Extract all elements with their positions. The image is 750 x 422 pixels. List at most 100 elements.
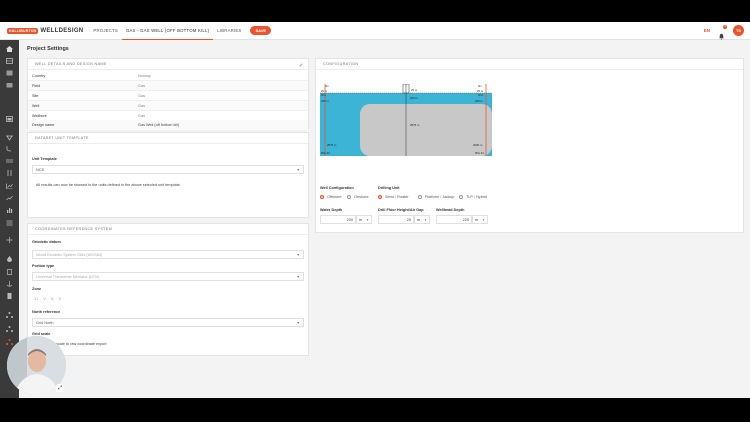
well-value[interactable]: Gas — [138, 104, 145, 108]
notifications-button[interactable]: 3 — [718, 25, 727, 40]
sidebar-home-icon[interactable] — [6, 46, 13, 52]
unit-template-value: NCS — [36, 167, 45, 172]
nav-current-design[interactable]: GAS - GAS WELL (OFF BOTTOM KILL) — [121, 22, 214, 40]
tlp-label: TLP / Hybrid — [466, 195, 488, 199]
td-left-label: 2575 m — [327, 143, 337, 147]
logo-badge: HALLIBURTON — [7, 27, 39, 34]
radio-unchecked-icon — [418, 195, 422, 199]
crs-header: COORDINATES REFERENCE SYSTEM — [28, 224, 308, 235]
country-label: Country — [32, 73, 46, 78]
row-design-name: Design name Gas Well (off bottom kill) — [28, 120, 308, 130]
country-value[interactable]: Norway — [138, 74, 151, 78]
main-nav: PROJECTS GAS - GAS WELL (OFF BOTTOM KILL… — [89, 22, 272, 40]
row-field: Field Gas — [28, 81, 308, 91]
unit-template-header: DATASET UNIT TEMPLATE — [28, 133, 308, 144]
unit-template-note: All results can now be showed in the uni… — [36, 183, 181, 187]
sidebar-team-icon[interactable] — [6, 339, 13, 345]
row-country: Country Norway — [28, 71, 308, 81]
sea-depth-label: 200 m — [410, 96, 418, 100]
sidebar-grid-icon[interactable] — [6, 70, 13, 76]
unit-template-select[interactable]: NCS ▼ — [32, 165, 304, 174]
chevron-down-icon: ▼ — [296, 320, 300, 325]
datum-select[interactable]: World Geodetic System 1984 (WGS84) ▼ — [32, 250, 304, 259]
wellhead-right-label: 225 m — [475, 99, 483, 103]
top-left-label: 0m — [325, 84, 330, 88]
wellbore-value[interactable]: Gas — [138, 114, 145, 118]
well-schematic: 0m 0m 25 m 25 m 25 m MSL MSL 200 m 225 m… — [320, 84, 492, 156]
sidebar-trajectory-icon[interactable] — [6, 146, 13, 152]
water-depth-input[interactable]: 200 — [320, 215, 356, 224]
msl-right-label: MSL — [478, 94, 484, 97]
water-depth-label: Water Depth — [320, 208, 343, 212]
sidebar-chart-icon[interactable] — [6, 183, 13, 189]
drilling-unit-label: Drilling Unit — [378, 186, 400, 190]
sidebar-bar-chart-icon[interactable] — [6, 207, 13, 213]
well-config-onshore[interactable]: Onshore — [347, 195, 369, 199]
field-label: Field — [32, 83, 41, 88]
sidebar-geology-icon[interactable] — [6, 158, 13, 164]
radio-unchecked-icon — [347, 195, 351, 199]
rkb-right-label: 25 m — [477, 89, 484, 93]
chevron-down-icon: ▼ — [296, 274, 300, 279]
sidebar-list-icon[interactable] — [6, 220, 13, 226]
save-button[interactable]: SAVE — [250, 26, 272, 35]
zone-number[interactable]: 31 — [34, 297, 38, 301]
sidebar-line-chart-icon[interactable] — [6, 195, 13, 201]
zone-label: Zone — [32, 287, 42, 291]
crs-panel: COORDINATES REFERENCE SYSTEM Geodetic da… — [27, 223, 309, 356]
zone-fields[interactable]: 31 V N S — [34, 297, 61, 301]
site-label: Site — [32, 93, 39, 98]
water-depth-unit-select[interactable]: m ▼ — [356, 215, 372, 224]
sidebar-report-icon[interactable] — [6, 293, 13, 299]
projection-select[interactable]: Universal Transverse Mercator (UTM) ▼ — [32, 272, 304, 281]
radio-unchecked-icon — [459, 195, 463, 199]
north-ref-value: Grid North — [36, 320, 54, 325]
user-avatar[interactable]: TS — [733, 25, 744, 36]
zone-letter[interactable]: V — [43, 297, 46, 301]
platform-label: Platform / Jackup — [425, 195, 455, 199]
sidebar-rig-icon[interactable] — [6, 135, 13, 141]
north-ref-select[interactable]: Grid North ▼ — [32, 318, 304, 327]
site-value[interactable]: Gas — [138, 94, 145, 98]
sidebar-anchor-icon[interactable] — [6, 281, 13, 287]
wellhead-depth-label: Wellhead Depth — [436, 208, 465, 212]
wellhead-depth-input[interactable]: 225 — [436, 215, 472, 224]
app-logo[interactable]: HALLIBURTON WELLDESIGN — [7, 27, 84, 34]
chevron-down-icon: ▼ — [366, 217, 369, 222]
zone-hemisphere-n[interactable]: N — [51, 297, 54, 301]
sidebar-calendar-icon[interactable] — [6, 116, 13, 122]
datum-value: World Geodetic System 1984 (WGS84) — [36, 252, 103, 257]
nav-projects[interactable]: PROJECTS — [89, 22, 122, 40]
sidebar-fluid-icon[interactable] — [6, 256, 13, 262]
sidebar-network-icon[interactable] — [6, 312, 13, 318]
wellhead-depth-unit-select[interactable]: m ▼ — [472, 215, 488, 224]
design-name-value[interactable]: Gas Well (off bottom kill) — [138, 123, 179, 127]
sidebar-pressure-icon[interactable] — [6, 237, 13, 243]
td-right-label: 2000 m — [473, 143, 483, 147]
drilling-unit-semi[interactable]: Semi / Floater — [378, 195, 409, 199]
language-switch[interactable]: EN — [704, 28, 710, 33]
sidebar-kill-icon[interactable] — [6, 269, 13, 275]
sidebar-dataset-icon[interactable] — [6, 58, 13, 64]
unit-template-label: Unit Template — [32, 157, 57, 161]
sidebar-hierarchy-icon[interactable] — [6, 326, 13, 332]
edit-icon[interactable] — [299, 63, 303, 67]
formation-area — [360, 104, 492, 156]
drill-floor-unit-select[interactable]: m ▼ — [414, 215, 430, 224]
expand-video-button[interactable]: ⤢ — [56, 384, 64, 392]
well-config-offshore[interactable]: Offshore — [320, 195, 342, 199]
top-right-controls: EN 3 TS — [704, 25, 744, 40]
radio-checked-icon — [378, 195, 382, 199]
sidebar-folder-icon[interactable] — [6, 82, 13, 88]
unit-template-panel: DATASET UNIT TEMPLATE Unit Template NCS … — [27, 132, 309, 218]
zone-hemisphere-s[interactable]: S — [59, 297, 62, 301]
configuration-header: CONFIGURATION — [316, 59, 743, 70]
logo-text: WELLDESIGN — [40, 27, 84, 34]
sidebar-casing-icon[interactable] — [6, 170, 13, 176]
nav-libraries[interactable]: LIBRARIES — [213, 22, 245, 40]
bottom-left-label: MSL 0m — [321, 152, 330, 155]
field-value[interactable]: Gas — [138, 84, 145, 88]
drilling-unit-platform[interactable]: Platform / Jackup — [418, 195, 454, 199]
drill-floor-input[interactable]: 25 — [378, 215, 414, 224]
drilling-unit-tlp[interactable]: TLP / Hybrid — [459, 195, 487, 199]
